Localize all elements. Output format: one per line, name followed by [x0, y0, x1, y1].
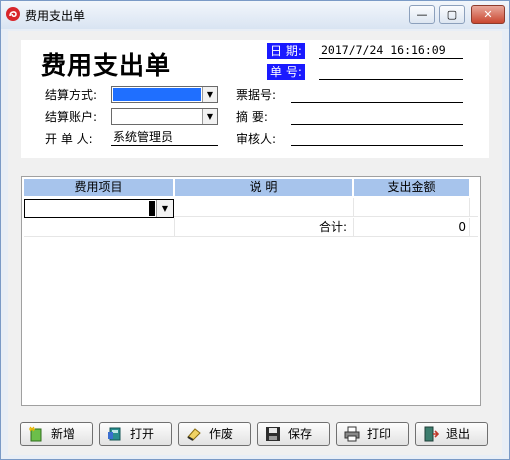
settle-account-select[interactable]: ▼	[111, 108, 218, 125]
expense-window: 费用支出单 — ▢ ✕ 费用支出单 日 期: 2017/7/24 16:16:0…	[0, 0, 510, 460]
exit-button-label: 退出	[446, 427, 471, 441]
form-header-panel: 费用支出单 日 期: 2017/7/24 16:16:09 单 号: 结算方式:…	[21, 40, 489, 158]
reviewer-label: 审核人:	[236, 132, 277, 146]
exit-door-icon	[424, 426, 439, 442]
app-logo-icon	[6, 7, 20, 21]
printer-icon	[344, 426, 360, 442]
new-button-label: 新增	[51, 427, 76, 441]
maximize-button[interactable]: ▢	[439, 5, 465, 24]
exit-button[interactable]: 退出	[415, 422, 488, 446]
floppy-disk-icon	[266, 427, 280, 441]
date-field[interactable]: 2017/7/24 16:16:09	[319, 42, 463, 59]
summary-field[interactable]	[291, 108, 463, 125]
table-row[interactable]: ▼	[24, 198, 478, 218]
number-label: 单 号:	[267, 64, 305, 80]
text-cursor	[149, 201, 155, 216]
eraser-icon	[187, 428, 201, 441]
save-button[interactable]: 保存	[257, 422, 330, 446]
void-button-label: 作废	[209, 427, 234, 441]
total-blank-cell	[24, 218, 175, 237]
settle-method-label: 结算方式:	[45, 88, 98, 102]
print-button-label: 打印	[367, 427, 392, 441]
description-cell[interactable]	[175, 198, 354, 217]
open-book-icon	[108, 427, 121, 441]
chevron-down-icon[interactable]: ▼	[156, 200, 173, 217]
open-button-label: 打开	[130, 427, 155, 441]
settle-method-select[interactable]: ▼	[111, 86, 218, 103]
window-title: 费用支出单	[25, 9, 86, 23]
print-button[interactable]: 打印	[336, 422, 409, 446]
column-header-description[interactable]: 说 明	[175, 179, 353, 196]
chevron-down-icon[interactable]: ▼	[202, 87, 217, 102]
save-button-label: 保存	[288, 427, 313, 441]
new-button[interactable]: 新增	[20, 422, 93, 446]
void-button[interactable]: 作废	[178, 422, 251, 446]
opener-field[interactable]: 系统管理员	[111, 129, 218, 146]
amount-cell[interactable]	[354, 198, 470, 217]
reviewer-field[interactable]	[291, 129, 463, 146]
invoice-label: 票据号:	[236, 88, 277, 102]
chevron-down-icon[interactable]: ▼	[202, 109, 217, 124]
column-header-item[interactable]: 费用项目	[24, 179, 174, 196]
settle-account-label: 结算账户:	[45, 110, 98, 124]
grid-header: 费用项目 说 明 支出金额	[24, 179, 478, 196]
date-label: 日 期:	[267, 43, 305, 59]
client-area: 费用支出单 日 期: 2017/7/24 16:16:09 单 号: 结算方式:…	[8, 31, 502, 455]
new-document-icon	[29, 426, 42, 442]
form-title: 费用支出单	[41, 51, 172, 80]
expense-grid[interactable]: 费用项目 说 明 支出金额 ▼ 合计: 0	[21, 176, 481, 406]
settle-method-selection	[113, 88, 201, 101]
expense-item-editor[interactable]: ▼	[24, 199, 174, 218]
close-button[interactable]: ✕	[471, 5, 505, 24]
title-bar[interactable]: 费用支出单 — ▢ ✕	[1, 1, 509, 29]
minimize-button[interactable]: —	[409, 5, 435, 24]
total-value: 0	[354, 218, 470, 237]
total-row: 合计: 0	[24, 218, 478, 237]
open-button[interactable]: 打开	[99, 422, 172, 446]
summary-label: 摘 要:	[236, 110, 268, 124]
number-field[interactable]	[319, 63, 463, 80]
opener-label: 开 单 人:	[45, 132, 93, 146]
total-label: 合计:	[175, 218, 354, 237]
invoice-field[interactable]	[291, 86, 463, 103]
column-header-amount[interactable]: 支出金额	[354, 179, 470, 196]
